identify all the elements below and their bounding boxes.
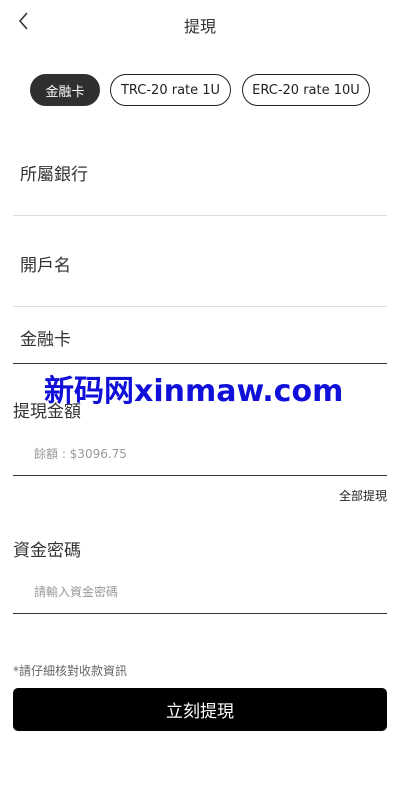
account-name-field[interactable]: 開戶名 — [13, 241, 387, 307]
fund-password-input[interactable] — [13, 570, 387, 614]
withdraw-method-tabs: 金融卡 TRC-20 rate 1U ERC-20 rate 10U — [0, 74, 400, 108]
submit-withdraw-button[interactable]: 立刻提現 — [13, 688, 387, 731]
fund-password-label: 資金密碼 — [13, 541, 81, 561]
header: 提現 — [0, 0, 400, 46]
tab-trc20[interactable]: TRC-20 rate 1U — [110, 74, 231, 106]
watermark: 新码网xinmaw.com — [44, 374, 344, 409]
tab-bank-card[interactable]: 金融卡 — [30, 74, 100, 106]
withdraw-all-link[interactable]: 全部提現 — [339, 487, 387, 504]
tab-erc20[interactable]: ERC-20 rate 10U — [242, 74, 370, 106]
notice-text: *請仔細核對收款資訊 — [13, 664, 128, 678]
bank-field[interactable]: 所屬銀行 — [13, 150, 387, 216]
card-field-label: 金融卡 — [20, 330, 71, 350]
account-name-field-label: 開戶名 — [20, 256, 71, 276]
page-title: 提現 — [183, 17, 216, 36]
bank-field-label: 所屬銀行 — [20, 165, 88, 185]
amount-input[interactable] — [13, 432, 387, 476]
card-field[interactable]: 金融卡 — [13, 322, 387, 364]
